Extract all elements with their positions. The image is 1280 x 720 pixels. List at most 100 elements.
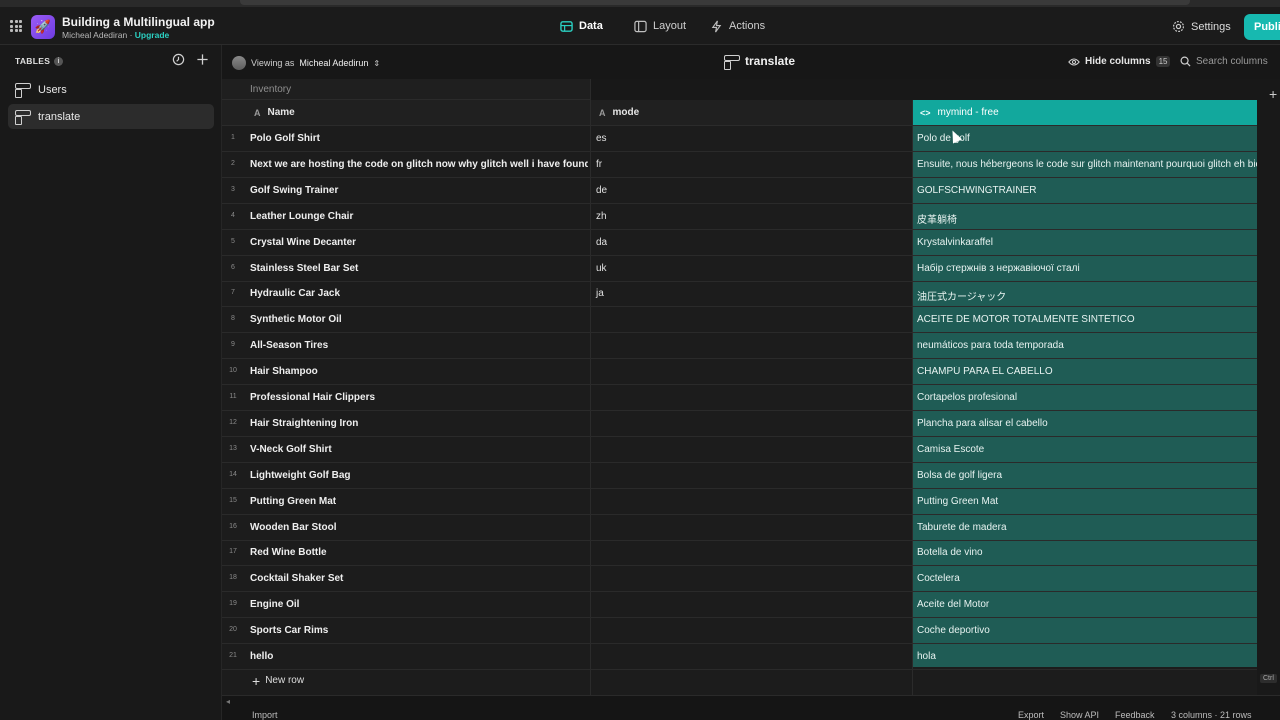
cell-name[interactable]: Sports Car Rims [250, 625, 588, 636]
cell-mymind[interactable]: 油圧式カージャック [917, 288, 1257, 303]
table-row[interactable]: 6 Stainless Steel Bar Set uk Набір стержнів… [222, 256, 1257, 282]
cell-name[interactable]: Engine Oil [250, 599, 588, 610]
cell-name[interactable]: Hydraulic Car Jack [250, 288, 588, 299]
cell-mode[interactable]: fr [596, 159, 602, 170]
cell-name[interactable]: Next we are hosting the code on glitch n… [250, 159, 588, 170]
cell-name[interactable]: Cocktail Shaker Set [250, 573, 588, 584]
cell-mode[interactable]: da [596, 237, 607, 248]
table-row[interactable]: 1 Polo Golf Shirt es Polo de golf [222, 126, 1257, 152]
cell-mymind[interactable]: hola [917, 651, 1257, 662]
cell-mymind[interactable]: Plancha para alisar el cabello [917, 418, 1257, 429]
cell-name[interactable]: Synthetic Motor Oil [250, 314, 588, 325]
cell-mymind[interactable]: neumáticos para toda temporada [917, 340, 1257, 351]
viewing-as-selector[interactable]: Viewing as Micheal Adedirun ⇕ [232, 56, 380, 70]
cell-mymind[interactable]: Coche deportivo [917, 625, 1257, 636]
upgrade-link[interactable]: Upgrade [135, 30, 169, 40]
feedback-button[interactable]: Feedback [1115, 710, 1155, 720]
cell-mymind[interactable]: ACEITE DE MOTOR TOTALMENTE SINTÉTICO [917, 314, 1257, 325]
cell-name[interactable]: Crystal Wine Decanter [250, 237, 588, 248]
publish-button[interactable]: Publi [1244, 14, 1280, 40]
table-row[interactable]: 7 Hydraulic Car Jack ja 油圧式カージャック [222, 281, 1257, 308]
column-header-name[interactable]: A Name [222, 100, 590, 126]
cell-mymind[interactable]: Polo de golf [917, 133, 1257, 144]
cell-name[interactable]: Hair Shampoo [250, 366, 588, 377]
export-button[interactable]: Export [1018, 710, 1044, 720]
table-row[interactable]: 14 Lightweight Golf Bag Bolsa de golf lige… [222, 463, 1257, 489]
table-row[interactable]: 4 Leather Lounge Chair zh 皮革躺椅 [222, 204, 1257, 230]
table-row[interactable]: 11 Professional Hair Clippers Cortapelos p… [222, 385, 1257, 411]
table-row[interactable]: 18 Cocktail Shaker Set Coctelera [222, 566, 1257, 593]
add-column-icon[interactable]: + [1269, 86, 1277, 102]
table-row[interactable]: 19 Engine Oil Aceite del Motor [222, 592, 1257, 619]
cell-name[interactable]: Leather Lounge Chair [250, 211, 588, 222]
cell-name[interactable]: Red Wine Bottle [250, 547, 588, 558]
import-button[interactable]: Import [252, 710, 278, 720]
table-row[interactable]: 13 V-Neck Golf Shirt Camisa Escote [222, 437, 1257, 463]
cell-name[interactable]: Lightweight Golf Bag [250, 470, 588, 481]
search-columns-input[interactable]: Search columns [1180, 56, 1268, 67]
nav-layout-tab[interactable]: Layout [626, 14, 694, 38]
cell-name[interactable]: hello [250, 651, 588, 662]
cell-mymind[interactable]: Набір стержнів з нержавіючої сталі [917, 263, 1257, 274]
cell-name[interactable]: Stainless Steel Bar Set [250, 263, 588, 274]
rocket-icon[interactable]: 🚀 [31, 15, 55, 39]
table-row[interactable]: 12 Hair Straightening Iron Plancha para al… [222, 411, 1257, 437]
cell-mode[interactable]: es [596, 133, 607, 144]
cell-mode[interactable]: de [596, 185, 607, 196]
cell-mymind[interactable]: Aceite del Motor [917, 599, 1257, 610]
cell-name[interactable]: V-Neck Golf Shirt [250, 444, 588, 455]
column-header-mode[interactable]: A mode [590, 100, 912, 126]
cell-mymind[interactable]: Putting Green Mat [917, 496, 1257, 507]
apps-grid-icon[interactable] [10, 20, 22, 32]
cell-name[interactable]: Golf Swing Trainer [250, 185, 588, 196]
info-icon[interactable]: i [54, 56, 64, 66]
nav-data-tab[interactable]: Data [552, 14, 611, 38]
row-number: 11 [229, 393, 237, 400]
cell-mode[interactable]: zh [596, 211, 607, 222]
cell-mymind[interactable]: CHAMPÚ PARA EL CABELLO [917, 366, 1257, 377]
group-header-empty [590, 79, 1280, 100]
cell-mymind[interactable]: 皮革躺椅 [917, 211, 1257, 226]
cell-name[interactable]: Wooden Bar Stool [250, 522, 588, 533]
sidebar-item-users[interactable]: Users [8, 77, 214, 102]
cell-name[interactable]: All-Season Tires [250, 340, 588, 351]
settings-button[interactable]: Settings [1172, 20, 1231, 33]
cell-mode[interactable]: ja [596, 288, 604, 299]
cell-mymind[interactable]: Ensuite, nous hébergeons le code sur gli… [917, 159, 1257, 170]
table-row[interactable]: 21 hello hola [222, 644, 1257, 670]
table-row[interactable]: 3 Golf Swing Trainer de GOLFSCHWINGTRAINER [222, 178, 1257, 204]
show-api-button[interactable]: Show API [1060, 710, 1099, 720]
table-row[interactable]: 9 All-Season Tires neumáticos para toda te… [222, 333, 1257, 360]
cell-mymind[interactable]: Botella de vino [917, 547, 1257, 558]
table-row[interactable]: 5 Crystal Wine Decanter da Krystalvinkaraff… [222, 230, 1257, 256]
table-row[interactable]: 15 Putting Green Mat Putting Green Mat [222, 489, 1257, 515]
scroll-left-icon[interactable]: ◂ [226, 697, 230, 706]
nav-actions-tab[interactable]: Actions [702, 14, 773, 38]
cell-name[interactable]: Professional Hair Clippers [250, 392, 588, 403]
hide-columns-button[interactable]: Hide columns 15 [1068, 56, 1171, 67]
cell-mymind[interactable]: Bolsa de golf ligera [917, 470, 1257, 481]
row-number: 8 [231, 315, 235, 323]
new-row-button[interactable]: + New row [252, 674, 304, 688]
table-row[interactable]: 2 Next we are hosting the code on glitch … [222, 152, 1257, 178]
history-icon[interactable] [172, 53, 185, 66]
cell-name[interactable]: Putting Green Mat [250, 496, 588, 507]
cell-mymind[interactable]: Taburete de madera [917, 522, 1257, 533]
table-row[interactable]: 16 Wooden Bar Stool Taburete de madera [222, 515, 1257, 541]
cell-mymind[interactable]: Cortapelos profesional [917, 392, 1257, 403]
table-row[interactable]: 10 Hair Shampoo CHAMPÚ PARA EL CABELLO [222, 359, 1257, 386]
cell-mymind[interactable]: Coctelera [917, 573, 1257, 584]
cell-mymind[interactable]: Camisa Escote [917, 444, 1257, 455]
cell-mode[interactable]: uk [596, 263, 607, 274]
cell-mymind[interactable]: Krystalvinkaraffel [917, 237, 1257, 248]
table-row[interactable]: 17 Red Wine Bottle Botella de vino [222, 540, 1257, 567]
cell-mymind[interactable]: GOLFSCHWINGTRAINER [917, 185, 1257, 196]
add-table-icon[interactable] [196, 53, 209, 66]
cell-name[interactable]: Hair Straightening Iron [250, 418, 588, 429]
app-title[interactable]: Building a Multilingual app [62, 15, 215, 29]
cell-name[interactable]: Polo Golf Shirt [250, 133, 588, 144]
table-row[interactable]: 8 Synthetic Motor Oil ACEITE DE MOTOR TOTA… [222, 307, 1257, 334]
sidebar-item-translate[interactable]: translate [8, 104, 214, 129]
column-header-mymind[interactable]: <> mymind - free [912, 100, 1257, 126]
table-row[interactable]: 20 Sports Car Rims Coche deportivo [222, 618, 1257, 645]
